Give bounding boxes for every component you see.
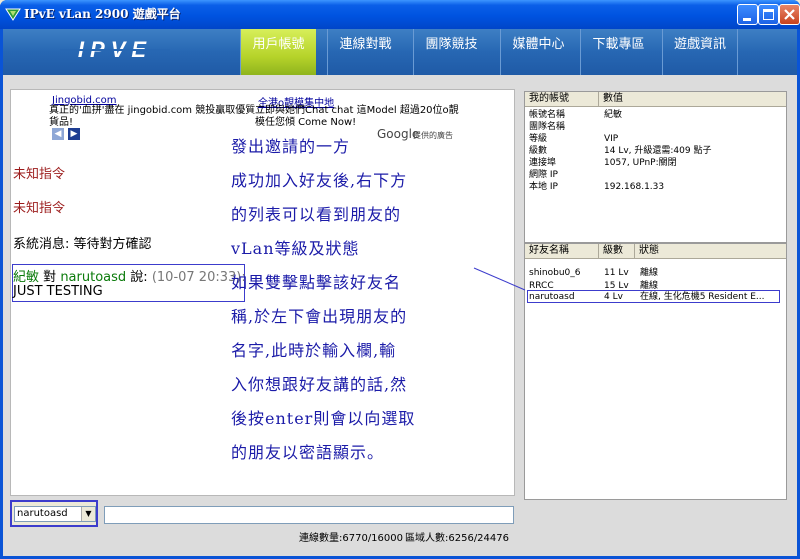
- row-value: 192.168.1.33: [604, 182, 665, 192]
- main-navigation: IPVE 用戶帳號 連線對戰 團隊競技 媒體中心 下載專區 遊戲資訊: [3, 29, 797, 75]
- row-label: 團隊名稱: [529, 122, 566, 132]
- tab-online-battle[interactable]: 連線對戰: [327, 29, 403, 75]
- row-label: 等級: [529, 134, 548, 144]
- chat-to-word: 對: [43, 270, 57, 285]
- chat-said: 說:: [130, 270, 148, 285]
- tutorial-line: 發出邀請的一方: [231, 137, 351, 156]
- tab-media-center[interactable]: 媒體中心: [500, 29, 576, 75]
- column-header-status[interactable]: 狀態: [635, 244, 788, 259]
- table-row: 帳號名稱 紀敏: [525, 109, 786, 121]
- close-icon: [784, 9, 795, 20]
- ipve-logo: IPVE: [60, 37, 170, 62]
- row-label: 帳號名稱: [529, 110, 566, 120]
- ad-text-jingobid: 真正的'血拼'盡在 jingobid.com 競投贏取優質貨品!: [49, 105, 256, 128]
- region-user-count: 區域人數:6256/24476: [405, 533, 509, 544]
- chat-sender: 紀敏: [13, 270, 40, 285]
- table-header: 好友名稱 級數 狀態: [525, 244, 786, 259]
- tutorial-line: 入你想跟好友講的話,然: [231, 375, 408, 394]
- annotation-highlight-box: narutoasd ▼: [10, 500, 98, 527]
- recipient-dropdown-value: narutoasd: [17, 508, 68, 519]
- message-input[interactable]: [104, 506, 514, 524]
- table-row: 等級 VIP: [525, 133, 786, 145]
- system-message: 系統消息: 等待對方確認: [13, 237, 152, 252]
- table-row: 本地 IP 192.168.1.33: [525, 181, 786, 193]
- friends-list: 好友名稱 級數 狀態 shinobu0_6 11 Lv 離線 RRCC 15 L…: [524, 243, 787, 500]
- column-header-value[interactable]: 數值: [599, 92, 788, 107]
- friend-level: 4 Lv: [604, 292, 623, 302]
- system-message: 未知指令: [13, 167, 66, 182]
- friend-level: 11 Lv: [604, 268, 629, 278]
- friend-row[interactable]: shinobu0_6 11 Lv 離線: [525, 267, 786, 279]
- chat-message-body: JUST TESTING: [13, 284, 103, 299]
- system-message: 未知指令: [13, 201, 66, 216]
- ad-text-models: 立即與她們Chat chat 這Model 超過20位o靚模任您傾 Come N…: [255, 105, 459, 128]
- tutorial-line: 後按enter則會以向選取: [231, 409, 416, 428]
- ad-prev-arrow-icon[interactable]: ◀: [52, 128, 64, 140]
- tab-game-info[interactable]: 遊戲資訊: [662, 29, 738, 75]
- window-title: IPvE vLan 2900 遊戲平台: [24, 7, 181, 21]
- friend-name: narutoasd: [529, 292, 575, 302]
- ad-next-arrow-icon[interactable]: ▶: [68, 128, 80, 140]
- maximize-icon: [763, 9, 774, 20]
- maximize-button[interactable]: [758, 4, 779, 25]
- column-header-level[interactable]: 級數: [599, 244, 635, 259]
- app-client-area: IPVE 用戶帳號 連線對戰 團隊競技 媒體中心 下載專區 遊戲資訊 Jingo…: [3, 29, 797, 556]
- chevron-down-icon[interactable]: ▼: [81, 507, 95, 521]
- friend-row[interactable]: narutoasd 4 Lv 在線, 生化危機5 Resident E...: [525, 291, 786, 303]
- row-value: 1057, UPnP:關閉: [604, 158, 677, 168]
- row-label: 連接埠: [529, 158, 557, 168]
- tab-downloads[interactable]: 下載專區: [580, 29, 656, 75]
- row-label: 級數: [529, 146, 548, 156]
- chat-recipient: narutoasd: [60, 270, 127, 285]
- recipient-dropdown[interactable]: narutoasd ▼: [14, 506, 96, 522]
- column-header-my-account[interactable]: 我的帳號: [525, 92, 599, 107]
- online-connections-count: 連線數量:6770/16000: [299, 533, 403, 544]
- app-icon: [5, 8, 21, 21]
- account-info-table: 我的帳號 數值 帳號名稱 紀敏 團隊名稱 等級 VIP 級數 14 Lv, 升級…: [524, 91, 787, 243]
- tutorial-line: 成功加入好友後,右下方: [231, 171, 408, 190]
- tutorial-line: 名字,此時於輸入欄,輸: [231, 341, 397, 360]
- tab-team-competition[interactable]: 團隊競技: [413, 29, 489, 75]
- table-header: 我的帳號 數值: [525, 92, 786, 107]
- table-row: 網際 IP: [525, 169, 786, 181]
- app-window: IPvE vLan 2900 遊戲平台 IPVE 用戶帳號 連線對戰 團隊競技 …: [0, 0, 800, 559]
- chat-message-header: 紀敏 對 narutoasd 說: (10-07 20:33):: [13, 266, 246, 285]
- tab-user-account[interactable]: 用戶帳號: [240, 29, 316, 75]
- friend-status: 離線: [640, 268, 659, 278]
- minimize-button[interactable]: [737, 4, 758, 25]
- tutorial-line: 的朋友以密語顯示。: [231, 443, 385, 462]
- tutorial-annotation: 發出邀請的一方 成功加入好友後,右下方 的列表可以看到朋友的 vLan等級及狀態…: [231, 130, 491, 470]
- minimize-icon: [743, 18, 751, 21]
- close-button[interactable]: [779, 4, 800, 25]
- friend-status: 在線, 生化危機5 Resident E...: [640, 292, 765, 302]
- friend-name: shinobu0_6: [529, 268, 581, 278]
- title-bar[interactable]: IPvE vLan 2900 遊戲平台: [0, 0, 800, 29]
- status-bar: 連線數量:6770/16000 區域人數:6256/24476: [3, 529, 797, 549]
- table-row: 級數 14 Lv, 升級還需:409 點子: [525, 145, 786, 157]
- table-row: 連接埠 1057, UPnP:關閉: [525, 157, 786, 169]
- row-value: 紀敏: [604, 110, 623, 120]
- tutorial-line: 的列表可以看到朋友的: [231, 205, 402, 224]
- row-label: 網際 IP: [529, 170, 558, 180]
- tutorial-line: 稱,於左下會出現朋友的: [231, 307, 408, 326]
- row-value: VIP: [604, 134, 619, 144]
- row-value: 14 Lv, 升級還需:409 點子: [604, 146, 712, 156]
- row-label: 本地 IP: [529, 182, 558, 192]
- tutorial-line: 如果雙擊點擊該好友名: [231, 273, 402, 292]
- tutorial-line: vLan等級及狀態: [231, 239, 360, 258]
- chat-log[interactable]: Jingobid.com 真正的'血拼'盡在 jingobid.com 競投贏取…: [10, 89, 515, 496]
- table-row: 團隊名稱: [525, 121, 786, 133]
- column-header-friend-name[interactable]: 好友名稱: [525, 244, 599, 259]
